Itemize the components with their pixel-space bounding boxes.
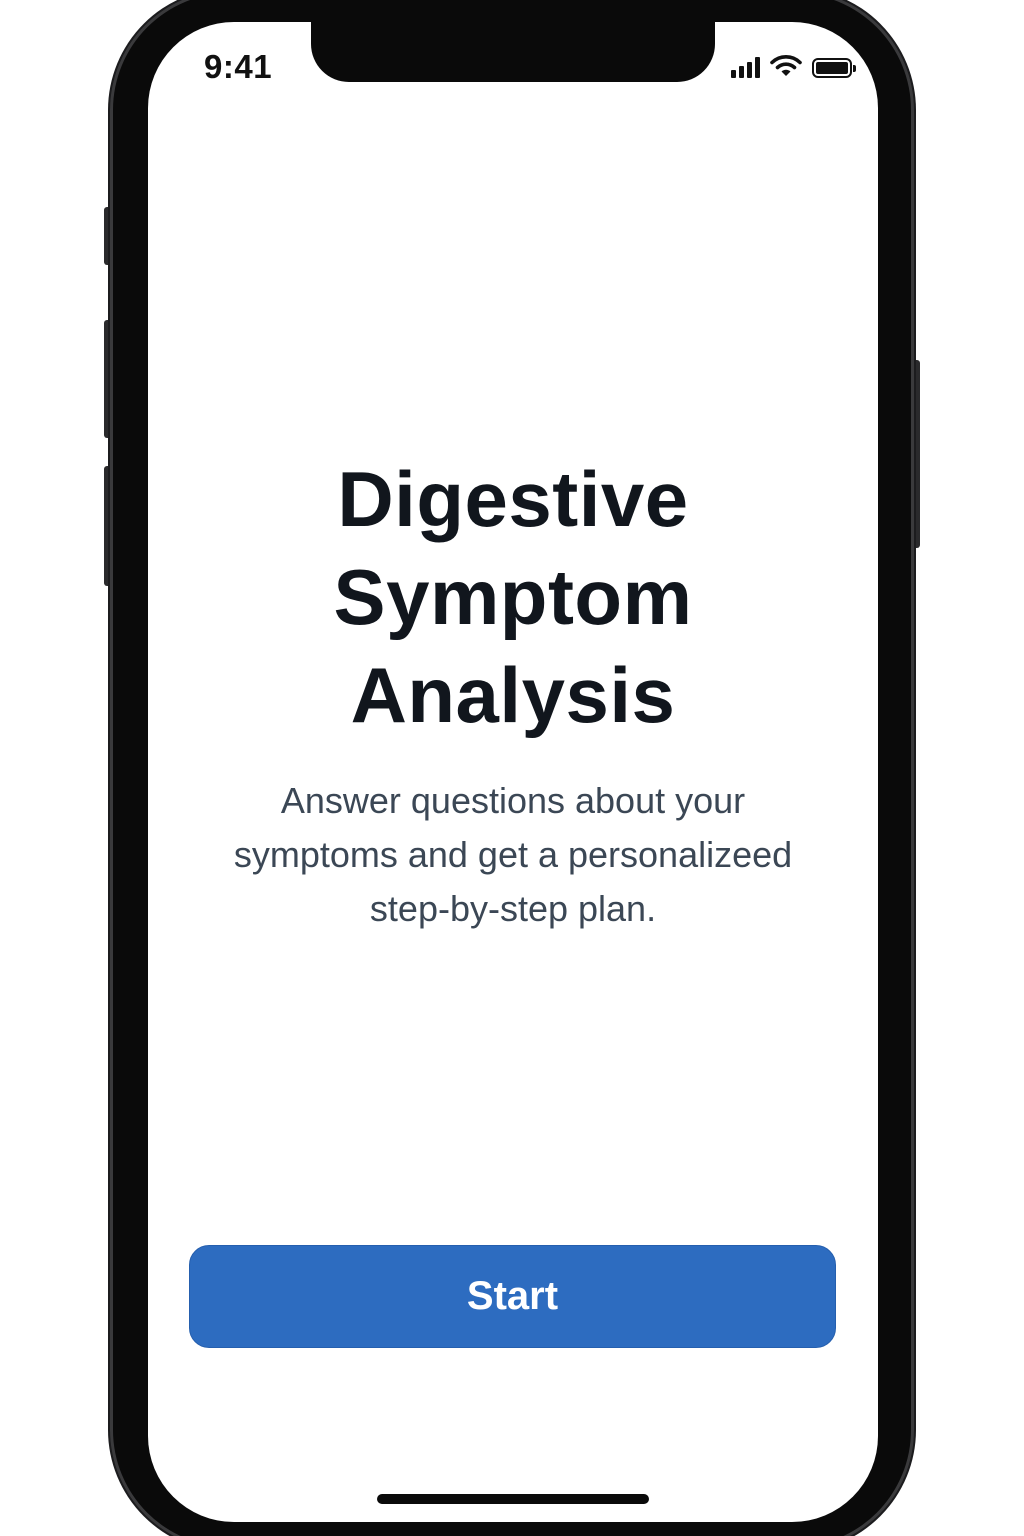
notch <box>311 22 715 82</box>
phone-screen: 9:41 Digestive Symptom Analysis Answer q… <box>148 22 878 1522</box>
title-line: Symptom <box>333 553 693 641</box>
status-icons <box>731 54 856 78</box>
battery-icon <box>812 58 856 78</box>
title-line: Analysis <box>350 651 676 739</box>
device-stage: 9:41 Digestive Symptom Analysis Answer q… <box>0 0 1024 1536</box>
battery-level-fill <box>816 62 848 74</box>
description-line: Answer questions about your <box>280 780 746 821</box>
start-button[interactable]: Start <box>189 1245 836 1348</box>
title-line: Digestive <box>337 455 689 543</box>
wifi-icon <box>770 55 802 76</box>
page-title: Digestive Symptom Analysis <box>148 450 878 744</box>
page-description: Answer questions about your symptoms and… <box>188 774 838 936</box>
description-line: step-by-step plan. <box>369 888 657 929</box>
cellular-signal-icon <box>731 56 760 78</box>
description-line: symptoms and get a personalizeed <box>233 834 793 875</box>
home-indicator[interactable] <box>377 1494 649 1504</box>
status-time: 9:41 <box>204 48 273 85</box>
